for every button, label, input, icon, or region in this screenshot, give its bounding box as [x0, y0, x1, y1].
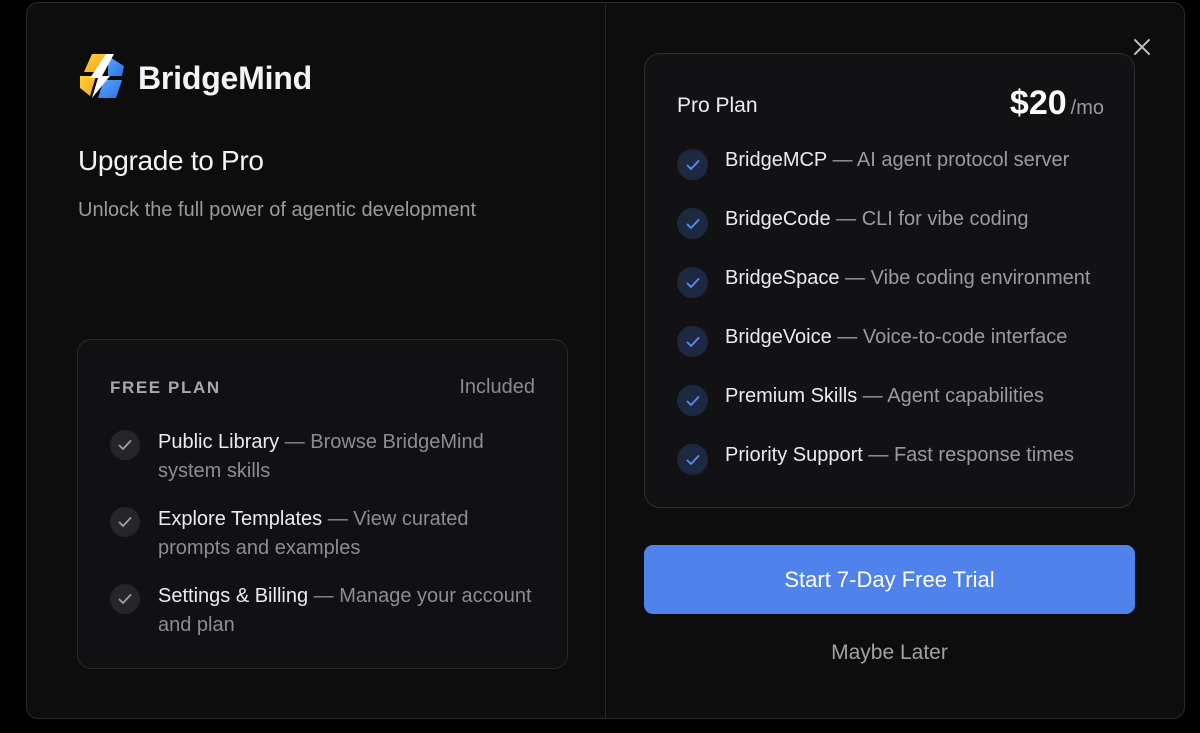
brand-name: BridgeMind — [138, 59, 312, 96]
check-icon — [677, 326, 708, 357]
free-feature-text: Public Library — Browse BridgeMind syste… — [158, 428, 540, 486]
pro-feature-text: Priority Support — Fast response times — [725, 441, 1074, 469]
pro-price-amount: $20 — [1009, 84, 1067, 122]
free-feature-item: Settings & Billing — Manage your account… — [110, 582, 540, 640]
pro-feature-item: BridgeVoice — Voice-to-code interface — [677, 323, 1117, 357]
pro-feature-desc: — Voice-to-code interface — [831, 326, 1068, 348]
pro-feature-item: BridgeCode — CLI for vibe coding — [677, 205, 1117, 239]
modal-title: Upgrade to Pro — [78, 145, 264, 176]
pro-feature-desc: — Fast response times — [862, 444, 1075, 466]
pro-feature-text: BridgeCode — CLI for vibe coding — [725, 205, 1029, 233]
free-feature-name: Public Library — [158, 431, 280, 453]
check-icon — [677, 267, 708, 298]
close-icon[interactable] — [1130, 35, 1154, 59]
upgrade-modal: BridgeMind Upgrade to Pro Unlock the ful… — [26, 2, 1185, 719]
check-icon — [110, 507, 140, 537]
free-feature-text: Explore Templates — View curated prompts… — [158, 505, 540, 563]
check-icon — [110, 430, 140, 460]
modal-subtitle: Unlock the full power of agentic develop… — [78, 199, 477, 221]
free-plan-status: Included — [459, 376, 535, 398]
check-icon — [677, 149, 708, 180]
pro-feature-desc: — CLI for vibe coding — [830, 208, 1029, 230]
free-plan-header: FREE PLAN Included — [110, 376, 535, 399]
pro-plan-card: Pro Plan $20 /mo BridgeMCP — AI agent pr… — [644, 53, 1135, 508]
pro-feature-item: Premium Skills — Agent capabilities — [677, 382, 1117, 416]
free-feature-item: Public Library — Browse BridgeMind syste… — [110, 428, 540, 486]
pro-feature-text: BridgeMCP — AI agent protocol server — [725, 146, 1069, 174]
pro-plan-name: Pro Plan — [677, 94, 758, 117]
free-feature-name: Explore Templates — [158, 508, 323, 530]
pro-feature-item: BridgeSpace — Vibe coding environment — [677, 264, 1117, 298]
pro-feature-name: BridgeCode — [725, 208, 831, 230]
check-icon — [110, 584, 140, 614]
check-icon — [677, 444, 708, 475]
maybe-later-button[interactable]: Maybe Later — [644, 641, 1135, 665]
free-plan-features: Public Library — Browse BridgeMind syste… — [110, 428, 540, 659]
pro-feature-text: BridgeSpace — Vibe coding environment — [725, 264, 1090, 292]
check-icon — [677, 385, 708, 416]
pro-feature-name: Premium Skills — [725, 385, 858, 407]
pro-feature-desc: — Vibe coding environment — [839, 267, 1091, 289]
free-feature-name: Settings & Billing — [158, 585, 309, 607]
check-icon — [677, 208, 708, 239]
pro-feature-text: Premium Skills — Agent capabilities — [725, 382, 1044, 410]
pro-feature-text: BridgeVoice — Voice-to-code interface — [725, 323, 1067, 351]
pro-feature-name: Priority Support — [725, 444, 863, 466]
free-plan-label: FREE PLAN — [110, 377, 221, 397]
pro-plan-price: $20 /mo — [1010, 84, 1104, 123]
free-feature-text: Settings & Billing — Manage your account… — [158, 582, 540, 640]
pro-feature-desc: — Agent capabilities — [857, 385, 1045, 407]
pro-feature-name: BridgeVoice — [725, 326, 832, 348]
panel-divider — [605, 3, 606, 718]
pro-price-period: /mo — [1070, 97, 1104, 119]
pro-feature-name: BridgeSpace — [725, 267, 840, 289]
start-trial-button[interactable]: Start 7-Day Free Trial — [644, 545, 1135, 614]
free-plan-card: FREE PLAN Included Public Library — Brow… — [77, 339, 568, 669]
pro-feature-name: BridgeMCP — [725, 149, 827, 171]
free-feature-item: Explore Templates — View curated prompts… — [110, 505, 540, 563]
pro-feature-desc: — AI agent protocol server — [826, 149, 1070, 171]
pro-plan-features: BridgeMCP — AI agent protocol server Bri… — [677, 146, 1117, 500]
pro-feature-item: Priority Support — Fast response times — [677, 441, 1117, 475]
brand: BridgeMind — [78, 53, 312, 103]
pro-feature-item: BridgeMCP — AI agent protocol server — [677, 146, 1117, 180]
lightning-logo-icon — [78, 52, 128, 105]
